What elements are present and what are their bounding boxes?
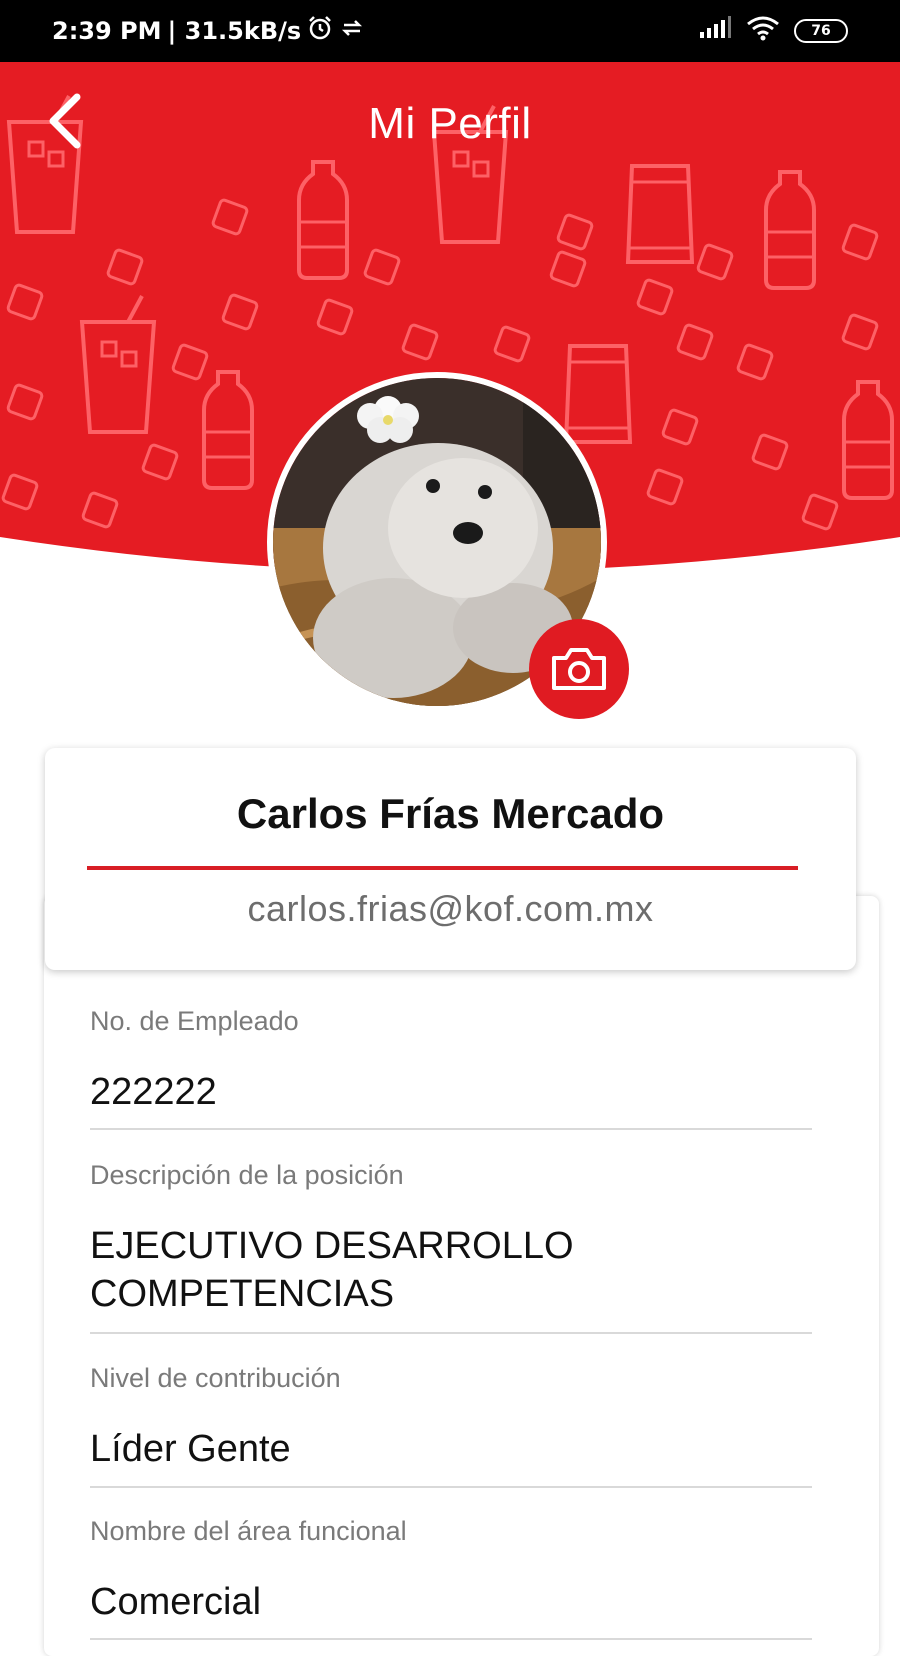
functional-area-value: Comercial (90, 1581, 262, 1623)
contribution-level-value: Líder Gente (90, 1428, 291, 1470)
alarm-icon (307, 15, 333, 47)
status-network-speed: | 31.5kB/s (167, 17, 302, 45)
position-description-value-line1: EJECUTIVO DESARROLLO (90, 1225, 574, 1267)
position-description-label: Descripción de la posición (90, 1160, 404, 1190)
status-time: 2:39 PM (52, 17, 162, 45)
divider (90, 1486, 812, 1488)
name-underline (87, 866, 798, 870)
position-description-value-line2: COMPETENCIAS (90, 1273, 395, 1315)
employee-number-value: 222222 (90, 1071, 217, 1113)
camera-icon (552, 648, 606, 690)
sync-icon (339, 15, 365, 47)
employee-number-label: No. de Empleado (90, 1006, 299, 1036)
divider (90, 1332, 812, 1334)
name-card: Carlos Frías Mercado carlos.frias@kof.co… (45, 748, 856, 970)
contribution-level-label: Nivel de contribución (90, 1363, 341, 1393)
change-photo-button[interactable] (529, 619, 629, 719)
divider (90, 1128, 812, 1130)
functional-area-label: Nombre del área funcional (90, 1516, 407, 1546)
status-bar-left: 2:39 PM | 31.5kB/s (52, 15, 365, 47)
signal-icon (698, 16, 732, 46)
avatar-container (267, 372, 633, 719)
user-email: carlos.frias@kof.com.mx (247, 888, 654, 929)
app-bar: Mi Perfil (0, 62, 900, 186)
divider (90, 1638, 812, 1640)
battery-level: 76 (811, 23, 831, 39)
wifi-icon (746, 15, 780, 47)
page-title: Mi Perfil (368, 99, 532, 148)
battery-icon: 76 (794, 19, 848, 43)
status-bar-right: 76 (698, 15, 848, 47)
status-bar: 2:39 PM | 31.5kB/s 76 (0, 0, 900, 62)
user-name: Carlos Frías Mercado (236, 790, 665, 837)
